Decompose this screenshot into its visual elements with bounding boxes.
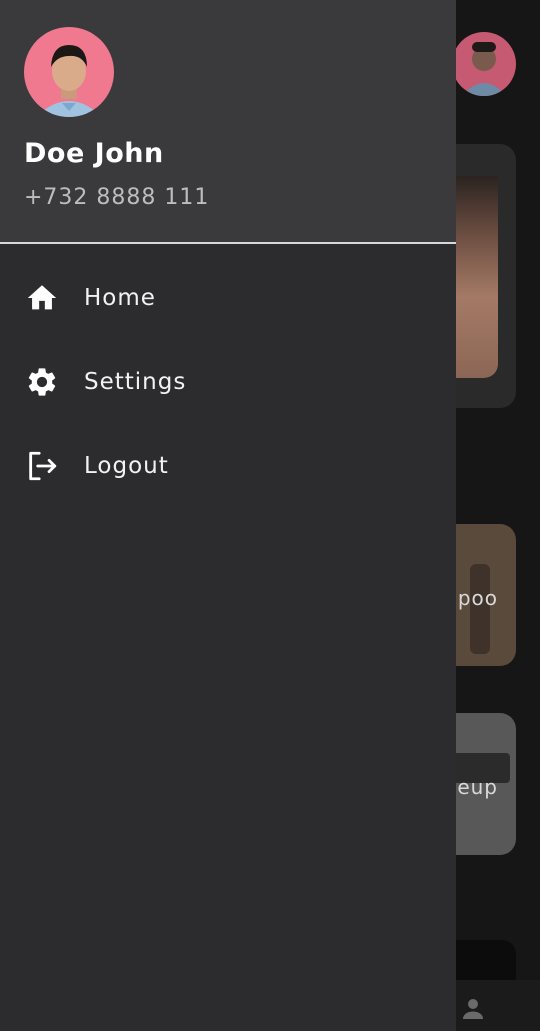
- menu-item-home[interactable]: Home: [0, 256, 456, 340]
- gear-icon: [24, 364, 60, 400]
- logout-icon: [24, 448, 60, 484]
- user-name: Doe John: [24, 138, 164, 169]
- menu-item-label: Settings: [84, 369, 187, 395]
- home-icon: [24, 280, 60, 316]
- menu-item-label: Home: [84, 285, 156, 311]
- navigation-drawer: Doe John +732 8888 111 Home Settings Log…: [0, 0, 456, 1031]
- background-avatar: [452, 32, 516, 96]
- makeup-card-label: eup: [457, 775, 498, 799]
- menu-item-settings[interactable]: Settings: [0, 340, 456, 424]
- shampoo-card-label: poo: [457, 586, 498, 610]
- profile-nav-icon: [463, 999, 483, 1019]
- drawer-menu: Home Settings Logout: [0, 256, 456, 508]
- menu-item-logout[interactable]: Logout: [0, 424, 456, 508]
- user-avatar[interactable]: [24, 27, 114, 117]
- user-phone: +732 8888 111: [24, 185, 210, 210]
- drawer-header: Doe John +732 8888 111: [0, 0, 456, 244]
- menu-item-label: Logout: [84, 453, 169, 479]
